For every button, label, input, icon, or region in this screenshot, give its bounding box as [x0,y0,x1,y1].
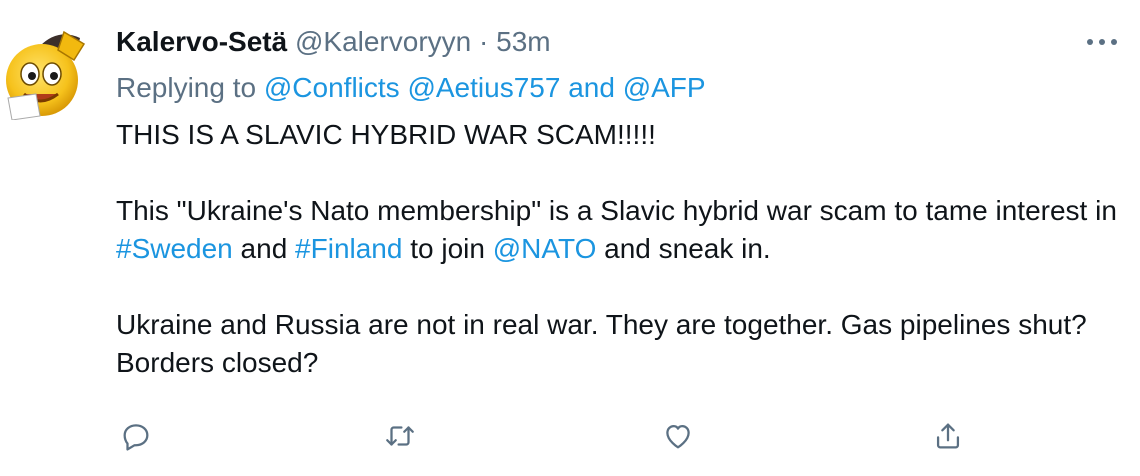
mention-link[interactable]: @Aetius757 [407,72,560,103]
replying-to-conjunction[interactable]: and [568,72,615,103]
author-display-name[interactable]: Kalervo-Setä [116,26,287,57]
tweet-timestamp[interactable]: 53m [496,26,550,57]
tweet-paragraph: This "Ukraine's Nato membership" is a Sl… [116,192,1126,268]
tweet[interactable]: Kalervo-Setä @Kalervoryyn · 53m Replying… [0,0,1140,476]
tweet-text: THIS IS A SLAVIC HYBRID WAR SCAM!!!!! Th… [116,116,1126,382]
replying-to: Replying to @Conflicts @Aetius757 and @A… [116,70,706,106]
tweet-paragraph: THIS IS A SLAVIC HYBRID WAR SCAM!!!!! [116,119,656,150]
tweet-text-segment: and [240,233,288,264]
avatar[interactable] [0,24,96,121]
retweet-icon [386,426,414,446]
mention-link[interactable]: @Conflicts [264,72,400,103]
heart-icon [666,424,690,449]
hashtag-link[interactable]: #Finland [295,233,402,264]
hashtag-link[interactable]: #Sweden [116,233,233,264]
reply-icon [123,424,149,451]
tweet-paragraph: Ukraine and Russia are not in real war. … [116,309,1087,378]
tweet-text-segment: This "Ukraine's Nato membership" is a Sl… [116,195,1117,226]
more-button[interactable] [1082,24,1122,60]
emoji-saluting-face-icon [6,30,86,121]
more-horizontal-icon [1087,39,1117,45]
author-handle[interactable]: @Kalervoryyn [295,26,471,57]
retweet-button[interactable] [380,416,420,456]
like-button[interactable] [658,416,698,456]
tweet-text-segment: and sneak in. [604,233,771,264]
share-button[interactable] [928,416,968,456]
tweet-text-segment: to join [410,233,485,264]
share-icon [936,423,960,449]
reply-button[interactable] [116,416,156,456]
mention-link[interactable]: @NATO [493,233,597,264]
mention-link[interactable]: @AFP [623,72,706,103]
header-separator: · [479,26,489,57]
replying-to-label: Replying to [116,72,257,103]
tweet-header: Kalervo-Setä @Kalervoryyn · 53m [116,24,551,60]
tweet-actions [116,416,1116,456]
